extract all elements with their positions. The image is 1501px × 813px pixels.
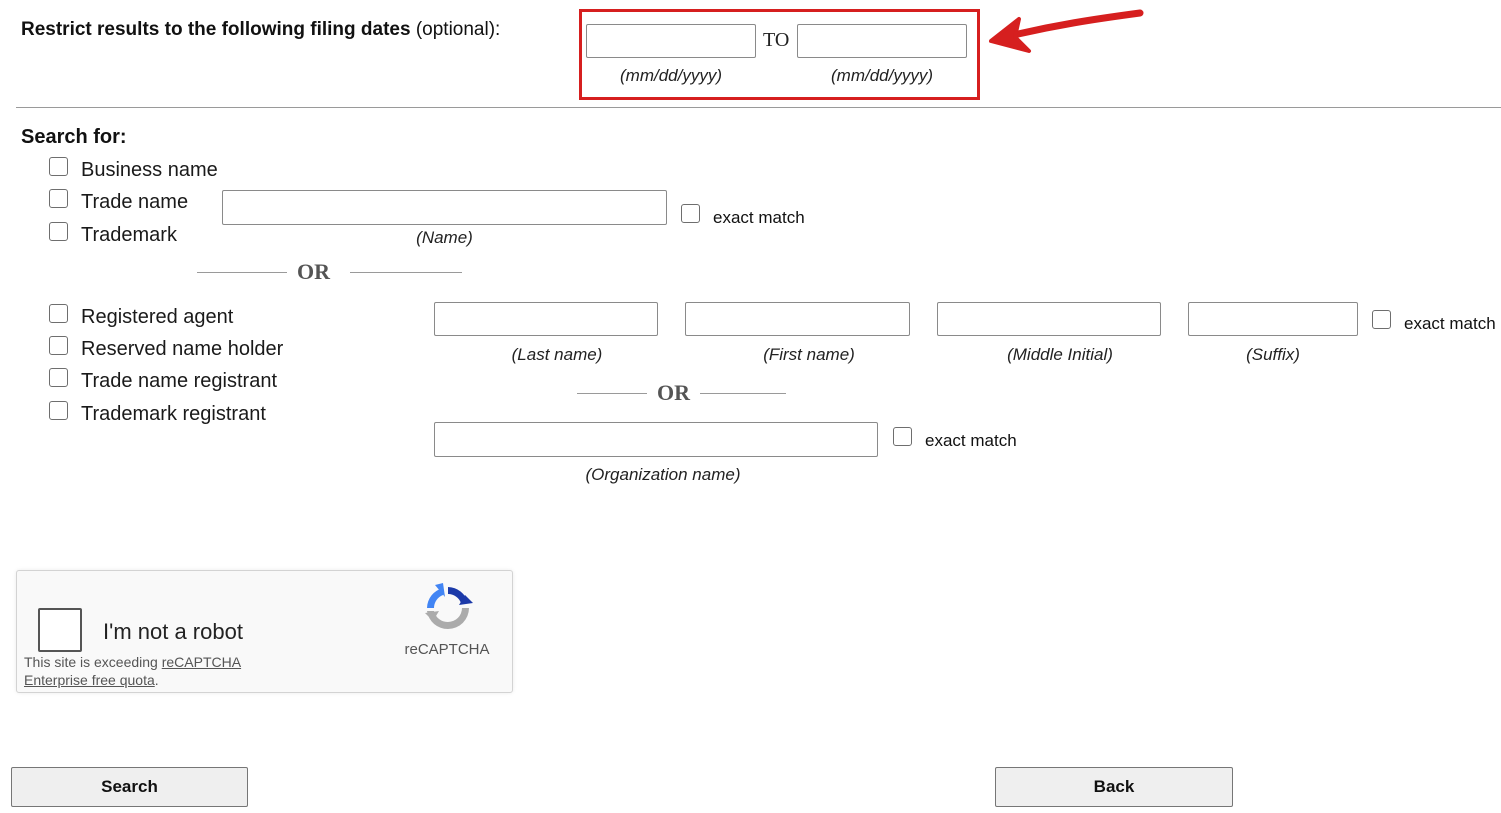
or-text-2: OR [657,380,690,405]
recaptcha-note-suffix: . [154,672,159,688]
org-exact-match-checkbox[interactable] [893,427,912,446]
trade-name-registrant-label: Trade name registrant [81,370,278,392]
recaptcha-label: I'm not a robot [103,619,243,644]
or-text: OR [297,259,330,284]
recaptcha-note-prefix: This site is exceeding [24,654,162,670]
organization-name-hint: (Organization name) [585,465,741,484]
filing-date-to-input[interactable] [797,24,967,58]
filing-dates-optional: (optional): [415,19,501,40]
red-arrow-icon [989,9,1144,53]
trademark-registrant-checkbox[interactable] [49,401,68,420]
trademark-checkbox[interactable] [49,222,68,241]
or-line-right [350,271,462,273]
back-button[interactable]: Back [995,767,1233,807]
org-exact-match-label: exact match [925,431,1017,450]
organization-name-input[interactable] [434,422,878,457]
last-name-hint: (Last name) [511,345,603,364]
date-to-label: TO [763,29,790,51]
reserved-name-holder-checkbox[interactable] [49,336,68,355]
business-name-label: Business name [81,159,218,181]
name-exact-match-label: exact match [713,208,805,227]
search-button[interactable]: Search [11,767,248,807]
last-name-input[interactable] [434,302,658,336]
business-name-checkbox[interactable] [49,157,68,176]
or-line-right-2 [700,392,786,394]
date-to-format-hint: (mm/dd/yyyy) [831,66,933,85]
filing-dates-label-bold: Restrict results to the following filing… [21,19,411,40]
name-hint: (Name) [416,228,473,247]
or-line-left-2 [577,392,647,394]
trade-name-registrant-checkbox[interactable] [49,368,68,387]
recaptcha-brand: reCAPTCHA [404,641,490,658]
registered-agent-label: Registered agent [81,306,234,328]
recaptcha-widget: I'm not a robot This site is exceeding r… [16,570,513,693]
name-input[interactable] [222,190,667,225]
person-exact-match-label: exact match [1404,314,1496,333]
recaptcha-quota-note: This site is exceeding reCAPTCHA Enterpr… [24,653,274,689]
search-for-heading: Search for: [21,126,127,148]
first-name-input[interactable] [685,302,910,336]
middle-initial-input[interactable] [937,302,1161,336]
filing-dates-label: Restrict results to the following filing… [21,19,500,41]
suffix-hint: (Suffix) [1246,345,1300,364]
recaptcha-logo-icon [425,583,473,630]
date-from-format-hint: (mm/dd/yyyy) [620,66,722,85]
suffix-input[interactable] [1188,302,1358,336]
or-separator-1: OR [197,259,462,285]
name-exact-match-checkbox[interactable] [681,204,700,223]
trademark-label: Trademark [81,224,177,246]
trademark-registrant-label: Trademark registrant [81,403,266,425]
filing-date-from-input[interactable] [586,24,756,58]
recaptcha-checkbox[interactable] [38,608,82,652]
registered-agent-checkbox[interactable] [49,304,68,323]
person-exact-match-checkbox[interactable] [1372,310,1391,329]
trade-name-label: Trade name [81,191,189,213]
first-name-hint: (First name) [763,345,855,364]
or-separator-2: OR [577,380,786,406]
section-divider [16,107,1501,108]
trade-name-checkbox[interactable] [49,189,68,208]
middle-initial-hint: (Middle Initial) [1007,345,1113,364]
reserved-name-holder-label: Reserved name holder [81,338,284,360]
or-line-left [197,271,287,273]
